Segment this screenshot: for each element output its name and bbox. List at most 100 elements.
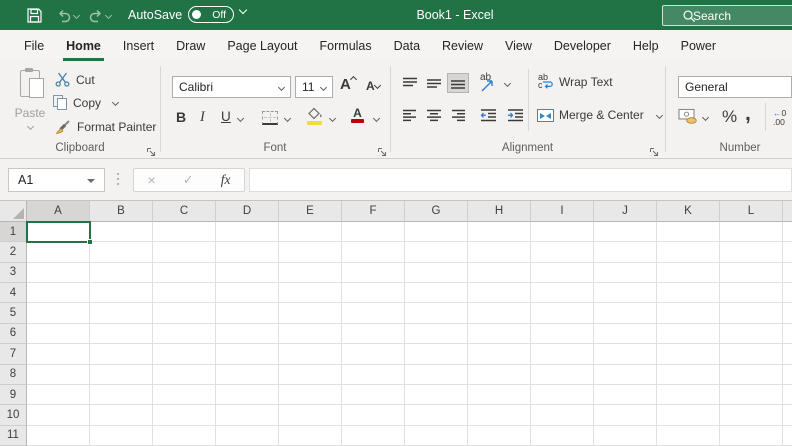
cell-h2[interactable] bbox=[468, 242, 531, 263]
save-icon[interactable] bbox=[26, 7, 43, 29]
cell-a9[interactable] bbox=[27, 384, 90, 406]
cell-d2[interactable] bbox=[216, 242, 279, 263]
cell-l4[interactable] bbox=[720, 283, 783, 304]
cell-l3[interactable] bbox=[720, 262, 783, 284]
cell-j7[interactable] bbox=[594, 344, 657, 365]
row-header-11[interactable]: 11 bbox=[0, 425, 27, 446]
underline-dropdown-icon[interactable] bbox=[236, 114, 245, 123]
tab-help[interactable]: Help bbox=[622, 30, 670, 61]
decrease-indent-button[interactable] bbox=[477, 105, 499, 125]
redo-dropdown-icon[interactable] bbox=[104, 11, 113, 20]
cell-k1[interactable] bbox=[657, 222, 720, 243]
paste-button[interactable]: Paste bbox=[8, 67, 52, 141]
tab-draw[interactable]: Draw bbox=[165, 30, 216, 61]
cell-k8[interactable] bbox=[657, 364, 720, 385]
cell-i11[interactable] bbox=[531, 425, 594, 446]
cell-f1[interactable] bbox=[342, 222, 405, 243]
tab-page-layout[interactable]: Page Layout bbox=[216, 30, 308, 61]
row-header-5[interactable]: 5 bbox=[0, 303, 27, 324]
orientation-button[interactable]: ab bbox=[479, 72, 499, 92]
cell-k5[interactable] bbox=[657, 303, 720, 324]
cell-g3[interactable] bbox=[405, 262, 468, 284]
cell-m5[interactable] bbox=[783, 303, 792, 324]
cell-d11[interactable] bbox=[216, 425, 279, 446]
cell-k11[interactable] bbox=[657, 425, 720, 446]
tab-data[interactable]: Data bbox=[383, 30, 431, 61]
cell-g1[interactable] bbox=[405, 222, 468, 243]
tab-view[interactable]: View bbox=[494, 30, 543, 61]
decrease-decimal-button[interactable]: ←0 .00 bbox=[773, 109, 786, 127]
cell-m8[interactable] bbox=[783, 364, 792, 385]
font-name-dropdown-icon[interactable] bbox=[277, 83, 286, 91]
font-size-dropdown-icon[interactable] bbox=[319, 83, 328, 91]
tab-file[interactable]: File bbox=[13, 30, 55, 61]
row-header-7[interactable]: 7 bbox=[0, 344, 27, 365]
cell-d3[interactable] bbox=[216, 262, 279, 284]
cell-b5[interactable] bbox=[90, 303, 153, 324]
cell-e3[interactable] bbox=[279, 262, 342, 284]
column-header-b[interactable]: B bbox=[90, 201, 153, 222]
cell-e11[interactable] bbox=[279, 425, 342, 446]
redo-icon[interactable] bbox=[88, 9, 104, 28]
cell-k7[interactable] bbox=[657, 344, 720, 365]
cell-i6[interactable] bbox=[531, 323, 594, 345]
column-header-i[interactable]: I bbox=[531, 201, 594, 222]
row-header-8[interactable]: 8 bbox=[0, 364, 27, 385]
font-color-button[interactable]: A bbox=[351, 107, 364, 123]
cell-f7[interactable] bbox=[342, 344, 405, 365]
cell-g8[interactable] bbox=[405, 364, 468, 385]
cell-i4[interactable] bbox=[531, 283, 594, 304]
cell-f8[interactable] bbox=[342, 364, 405, 385]
percent-style-button[interactable]: % bbox=[722, 107, 737, 127]
cell-m2[interactable] bbox=[783, 242, 792, 263]
cell-c8[interactable] bbox=[153, 364, 216, 385]
column-header-m[interactable]: M bbox=[783, 201, 792, 222]
cell-k3[interactable] bbox=[657, 262, 720, 284]
cell-c2[interactable] bbox=[153, 242, 216, 263]
cell-i5[interactable] bbox=[531, 303, 594, 324]
cell-e8[interactable] bbox=[279, 364, 342, 385]
cell-b10[interactable] bbox=[90, 405, 153, 426]
cell-j9[interactable] bbox=[594, 384, 657, 406]
align-bottom-button[interactable] bbox=[447, 73, 469, 93]
cell-h10[interactable] bbox=[468, 405, 531, 426]
cell-i3[interactable] bbox=[531, 262, 594, 284]
align-middle-button[interactable] bbox=[423, 73, 445, 93]
column-header-a[interactable]: A bbox=[27, 201, 90, 222]
cell-a2[interactable] bbox=[27, 242, 90, 263]
cell-b4[interactable] bbox=[90, 283, 153, 304]
search-input[interactable]: Search bbox=[662, 5, 792, 26]
cell-h3[interactable] bbox=[468, 262, 531, 284]
cell-d9[interactable] bbox=[216, 384, 279, 406]
cell-h4[interactable] bbox=[468, 283, 531, 304]
cell-h8[interactable] bbox=[468, 364, 531, 385]
cell-h9[interactable] bbox=[468, 384, 531, 406]
cell-a8[interactable] bbox=[27, 364, 90, 385]
cell-e6[interactable] bbox=[279, 323, 342, 345]
borders-dropdown-icon[interactable] bbox=[283, 114, 292, 123]
cell-i8[interactable] bbox=[531, 364, 594, 385]
cell-m9[interactable] bbox=[783, 384, 792, 406]
accounting-format-dropdown-icon[interactable] bbox=[701, 113, 710, 122]
cell-c7[interactable] bbox=[153, 344, 216, 365]
cell-g5[interactable] bbox=[405, 303, 468, 324]
cell-d10[interactable] bbox=[216, 405, 279, 426]
column-header-c[interactable]: C bbox=[153, 201, 216, 222]
format-painter-button[interactable]: Format Painter bbox=[55, 119, 156, 135]
cell-a10[interactable] bbox=[27, 405, 90, 426]
cell-b3[interactable] bbox=[90, 262, 153, 284]
tab-home[interactable]: Home bbox=[55, 30, 112, 61]
column-header-f[interactable]: F bbox=[342, 201, 405, 222]
cut-button[interactable]: Cut bbox=[55, 72, 95, 87]
copy-dropdown-icon[interactable] bbox=[111, 98, 120, 107]
column-header-h[interactable]: H bbox=[468, 201, 531, 222]
paste-dropdown-icon[interactable] bbox=[26, 122, 34, 131]
align-center-button[interactable] bbox=[423, 105, 445, 125]
column-header-g[interactable]: G bbox=[405, 201, 468, 222]
cell-a4[interactable] bbox=[27, 283, 90, 304]
cell-f3[interactable] bbox=[342, 262, 405, 284]
increase-indent-button[interactable] bbox=[504, 105, 526, 125]
cell-m3[interactable] bbox=[783, 262, 792, 284]
cell-f10[interactable] bbox=[342, 405, 405, 426]
name-box-dropdown-icon[interactable] bbox=[87, 179, 95, 183]
